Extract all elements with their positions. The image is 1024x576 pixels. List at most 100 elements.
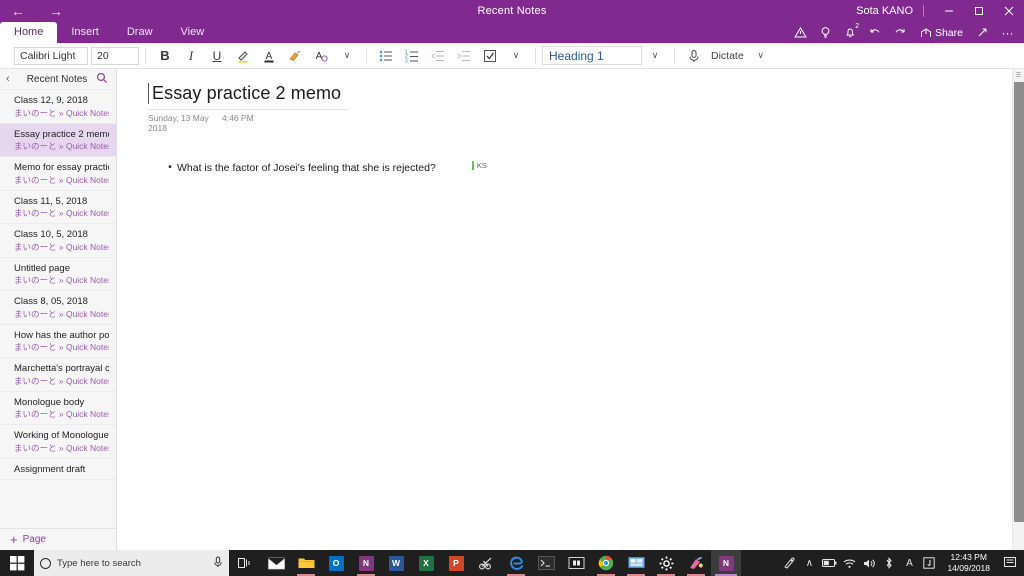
decrease-indent-icon[interactable]: [425, 45, 451, 67]
taskbar-app-powerpoint[interactable]: P: [441, 550, 471, 576]
redo-icon[interactable]: [888, 22, 913, 43]
page-time: 4:46 PM: [222, 112, 254, 123]
list-item[interactable]: Class 8, 05, 2018 まいのーと » Quick Notes: [0, 291, 116, 325]
more-options-icon[interactable]: ···: [995, 22, 1020, 43]
scrollbar-top-handle[interactable]: ☰: [1013, 69, 1024, 81]
tell-me-lightbulb-icon[interactable]: [813, 22, 838, 43]
taskbar-app-edge[interactable]: [501, 550, 531, 576]
expand-ribbon-icon[interactable]: [970, 22, 995, 43]
tab-home[interactable]: Home: [0, 22, 58, 43]
note-bullet-text[interactable]: What is the factor of Josei's feeling th…: [177, 161, 436, 175]
taskbar-app-onenote[interactable]: N: [351, 550, 381, 576]
paragraph-style-select[interactable]: Heading 1: [542, 46, 642, 65]
increase-indent-icon[interactable]: [451, 45, 477, 67]
taskbar-app-command-prompt[interactable]: [531, 550, 561, 576]
list-item[interactable]: Memo for essay practice まいのーと » Quick No…: [0, 157, 116, 191]
list-item[interactable]: Marchetta's portrayal c... まいのーと » Quick…: [0, 358, 116, 392]
taskbar-app-excel[interactable]: X: [411, 550, 441, 576]
list-item-selected[interactable]: Essay practice 2 memo まいのーと » Quick Note…: [0, 123, 116, 157]
tags-caret-icon[interactable]: ∨: [503, 45, 529, 67]
taskbar-app-chrome[interactable]: [591, 550, 621, 576]
list-item[interactable]: How has the author po... まいのーと » Quick N…: [0, 325, 116, 358]
list-item[interactable]: Assignment draft: [0, 459, 116, 481]
search-placeholder: Type here to search: [57, 557, 141, 569]
font-name-input[interactable]: Calibri Light: [14, 46, 88, 65]
bold-button[interactable]: B: [152, 45, 178, 67]
bullets-icon[interactable]: [373, 45, 399, 67]
cortana-icon: [40, 557, 51, 569]
add-page-button[interactable]: + Page: [0, 528, 116, 550]
page-canvas[interactable]: Essay practice 2 memo Sunday, 13 May 201…: [117, 69, 1024, 550]
battery-icon[interactable]: [819, 550, 839, 576]
page-title[interactable]: Essay practice 2 memo: [148, 83, 348, 104]
toolbar-divider-4: [674, 47, 675, 64]
add-page-label: Page: [22, 534, 46, 545]
list-item[interactable]: Class 11, 5, 2018 まいのーと » Quick Notes: [0, 191, 116, 224]
note-title: How has the author po...: [14, 329, 109, 341]
taskbar-app-paint-3d[interactable]: [681, 550, 711, 576]
svg-text:A: A: [266, 51, 273, 62]
volume-icon[interactable]: [859, 550, 879, 576]
dictate-label[interactable]: Dictate: [707, 50, 748, 62]
vertical-scrollbar[interactable]: ☰: [1012, 69, 1024, 550]
dictate-caret-icon[interactable]: ∨: [748, 45, 774, 67]
note-bullet-row[interactable]: • What is the factor of Josei's feeling …: [163, 160, 1024, 175]
taskbar-app-remote-desktop[interactable]: [621, 550, 651, 576]
action-center-button[interactable]: [998, 550, 1022, 576]
ribbon-tab-bar: Home Insert Draw View 2 Share ···: [0, 22, 1024, 43]
search-icon[interactable]: [94, 72, 110, 87]
dictate-microphone-icon[interactable]: [681, 45, 707, 67]
page-date: Sunday, 13 May 2018: [148, 112, 209, 133]
list-group: 123 ∨: [373, 45, 529, 67]
underline-button[interactable]: U: [204, 45, 230, 67]
notifications-bell-icon[interactable]: 2: [838, 22, 863, 43]
undo-icon[interactable]: [863, 22, 888, 43]
scrollbar-thumb[interactable]: [1014, 82, 1024, 522]
ribbon-right-actions: 2 Share ···: [788, 22, 1024, 43]
taskbar-app-onenote-active[interactable]: N: [711, 550, 741, 576]
pen-workspace-icon[interactable]: [779, 550, 799, 576]
language-indicator[interactable]: A: [899, 550, 919, 576]
start-button[interactable]: [0, 550, 34, 576]
microphone-icon[interactable]: [213, 556, 223, 571]
taskbar-app-media-player[interactable]: [561, 550, 591, 576]
list-item[interactable]: Class 12, 9, 2018 まいのーと » Quick Notes: [0, 90, 116, 124]
show-hidden-icons-chevron[interactable]: ∧: [799, 550, 819, 576]
taskbar-app-mail[interactable]: [261, 550, 291, 576]
highlight-icon[interactable]: [230, 45, 256, 67]
toolbar-divider: [145, 47, 146, 64]
clear-formatting-icon[interactable]: A: [308, 45, 334, 67]
ime-mode-icon[interactable]: [919, 550, 939, 576]
taskbar-app-settings[interactable]: [651, 550, 681, 576]
font-color-icon[interactable]: A: [256, 45, 282, 67]
wifi-icon[interactable]: [839, 550, 859, 576]
bluetooth-icon[interactable]: [879, 550, 899, 576]
tab-draw[interactable]: Draw: [113, 22, 167, 43]
taskbar-app-file-explorer[interactable]: [291, 550, 321, 576]
clock[interactable]: 12:43 PM 14/09/2018: [939, 550, 998, 576]
search-input[interactable]: Type here to search: [34, 550, 229, 576]
tab-insert[interactable]: Insert: [57, 22, 113, 43]
notes-list[interactable]: Class 12, 9, 2018 まいのーと » Quick Notes Es…: [0, 89, 116, 528]
italic-button[interactable]: I: [178, 45, 204, 67]
svg-text:A: A: [316, 51, 323, 62]
style-caret-icon[interactable]: ∨: [642, 45, 668, 67]
warning-icon[interactable]: [788, 22, 813, 43]
sidebar-back-chevron-icon[interactable]: ‹: [6, 73, 20, 85]
numbering-icon[interactable]: 123: [399, 45, 425, 67]
taskbar-app-snip-sketch[interactable]: [471, 550, 501, 576]
format-painter-icon[interactable]: [282, 45, 308, 67]
task-view-button[interactable]: [229, 550, 261, 576]
tab-view[interactable]: View: [167, 22, 219, 43]
sidebar-header: ‹ Recent Notes: [0, 69, 116, 89]
taskbar-app-outlook[interactable]: O: [321, 550, 351, 576]
taskbar-app-word[interactable]: W: [381, 550, 411, 576]
todo-checkbox-icon[interactable]: [477, 45, 503, 67]
font-size-input[interactable]: 20: [91, 46, 139, 65]
list-item[interactable]: Class 10, 5, 2018 まいのーと » Quick Notes: [0, 224, 116, 258]
font-more-caret-icon[interactable]: ∨: [334, 45, 360, 67]
share-button[interactable]: Share: [913, 22, 970, 43]
list-item[interactable]: Monologue body まいのーと » Quick Notes: [0, 392, 116, 425]
list-item[interactable]: Untitled page まいのーと » Quick Notes: [0, 258, 116, 291]
list-item[interactable]: Working of Monologue... まいのーと » Quick No…: [0, 425, 116, 459]
